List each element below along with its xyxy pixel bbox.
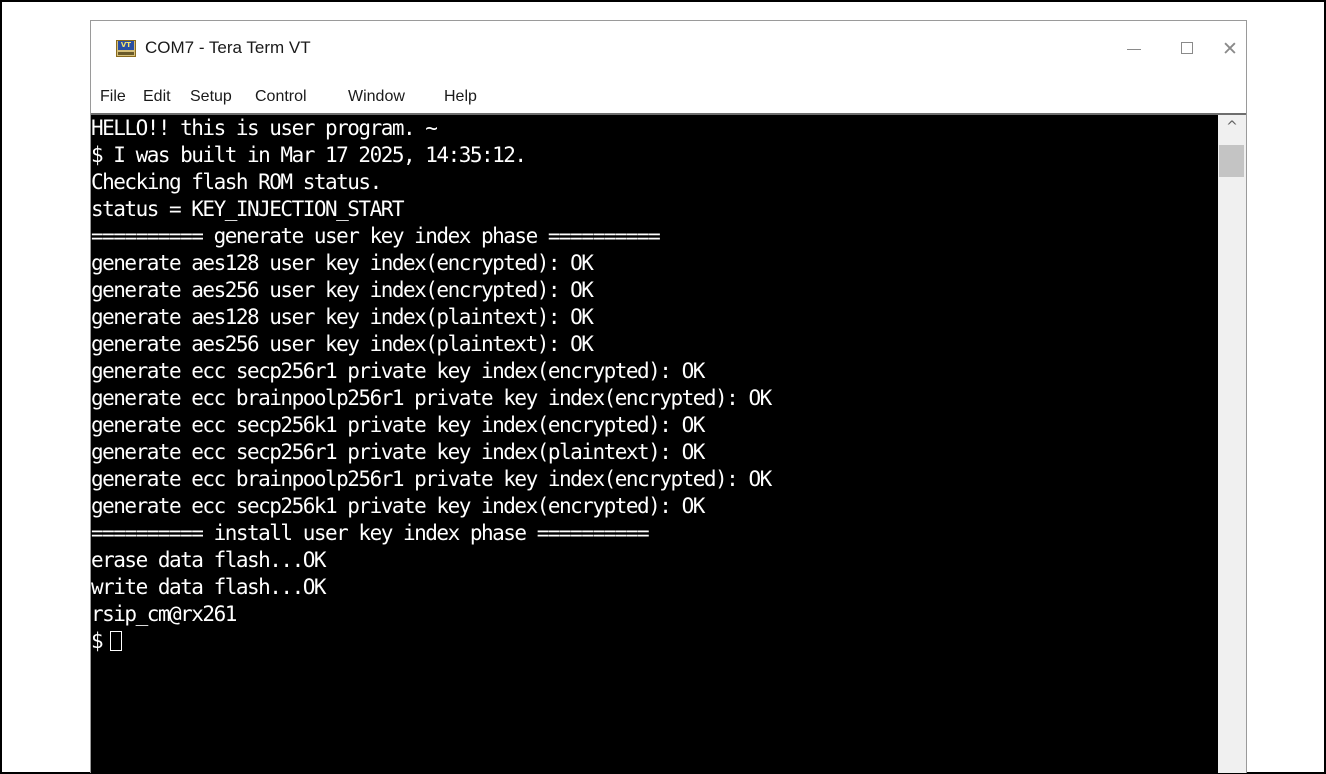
terminal-line: ========== install user key index phase … — [91, 521, 650, 545]
menu-bar: File Edit Setup Control Window Help — [91, 79, 1246, 115]
terminal-line: $ I was built in Mar 17 2025, 14:35:12. — [91, 143, 527, 167]
terminal-line: ========== generate user key index phase… — [91, 224, 661, 248]
terminal-line: generate ecc secp256k1 private key index… — [91, 413, 705, 437]
terminal-line: generate ecc secp256k1 private key index… — [91, 494, 705, 518]
scrollbar-thumb[interactable] — [1219, 145, 1244, 177]
terminal-line: erase data flash...OK — [91, 548, 327, 572]
menu-control[interactable]: Control — [255, 86, 307, 108]
app-icon-bar — [118, 52, 134, 55]
minimize-button[interactable] — [1108, 31, 1160, 67]
menu-setup[interactable]: Setup — [190, 86, 232, 108]
maximize-button[interactable] — [1162, 31, 1214, 67]
terminal-prompt-line[interactable]: $ — [91, 628, 771, 655]
menu-edit[interactable]: Edit — [143, 86, 171, 108]
vertical-scrollbar[interactable]: ^ — [1218, 115, 1246, 773]
menu-help[interactable]: Help — [444, 86, 477, 108]
terminal-line: Checking flash ROM status. — [91, 170, 382, 194]
terminal-line: generate ecc secp256r1 private key index… — [91, 440, 705, 464]
terminal-line: generate aes128 user key index(plaintext… — [91, 305, 594, 329]
chevron-up-icon[interactable]: ^ — [1218, 115, 1246, 139]
terminal-line: HELLO!! this is user program. ~ — [91, 116, 438, 140]
maximize-icon — [1181, 42, 1193, 54]
terminal-lines: HELLO!! this is user program. ~ $ I was … — [91, 115, 772, 655]
terminal-line: status = KEY_INJECTION_START — [91, 197, 405, 221]
close-icon: ✕ — [1222, 38, 1238, 60]
terminal-line: write data flash...OK — [91, 575, 327, 599]
terminal-line: rsip_cm@rx261 — [91, 602, 237, 626]
window-title: COM7 - Tera Term VT — [145, 38, 311, 57]
minimize-icon — [1127, 49, 1141, 50]
menu-window[interactable]: Window — [348, 86, 405, 108]
title-bar[interactable]: VT COM7 - Tera Term VT ✕ — [91, 21, 1246, 79]
screenshot-frame: VT COM7 - Tera Term VT ✕ File Edit Setup… — [0, 0, 1326, 774]
terminal-line: generate ecc brainpoolp256r1 private key… — [91, 467, 772, 491]
terminal-line: generate aes128 user key index(encrypted… — [91, 251, 594, 275]
terminal-line: generate ecc brainpoolp256r1 private key… — [91, 386, 772, 410]
terminal-line: generate aes256 user key index(plaintext… — [91, 332, 594, 356]
terminal-line: generate aes256 user key index(encrypted… — [91, 278, 594, 302]
terminal-line: generate ecc secp256r1 private key index… — [91, 359, 705, 383]
terminal-output-area[interactable]: HELLO!! this is user program. ~ $ I was … — [91, 115, 1218, 773]
menu-file[interactable]: File — [100, 86, 126, 108]
close-button[interactable]: ✕ — [1216, 31, 1246, 67]
tera-term-window: VT COM7 - Tera Term VT ✕ File Edit Setup… — [90, 20, 1247, 773]
tera-term-app-icon[interactable]: VT — [116, 40, 136, 57]
terminal-prompt: $ — [91, 629, 104, 653]
app-icon-label: VT — [118, 41, 134, 50]
text-cursor — [110, 631, 123, 651]
